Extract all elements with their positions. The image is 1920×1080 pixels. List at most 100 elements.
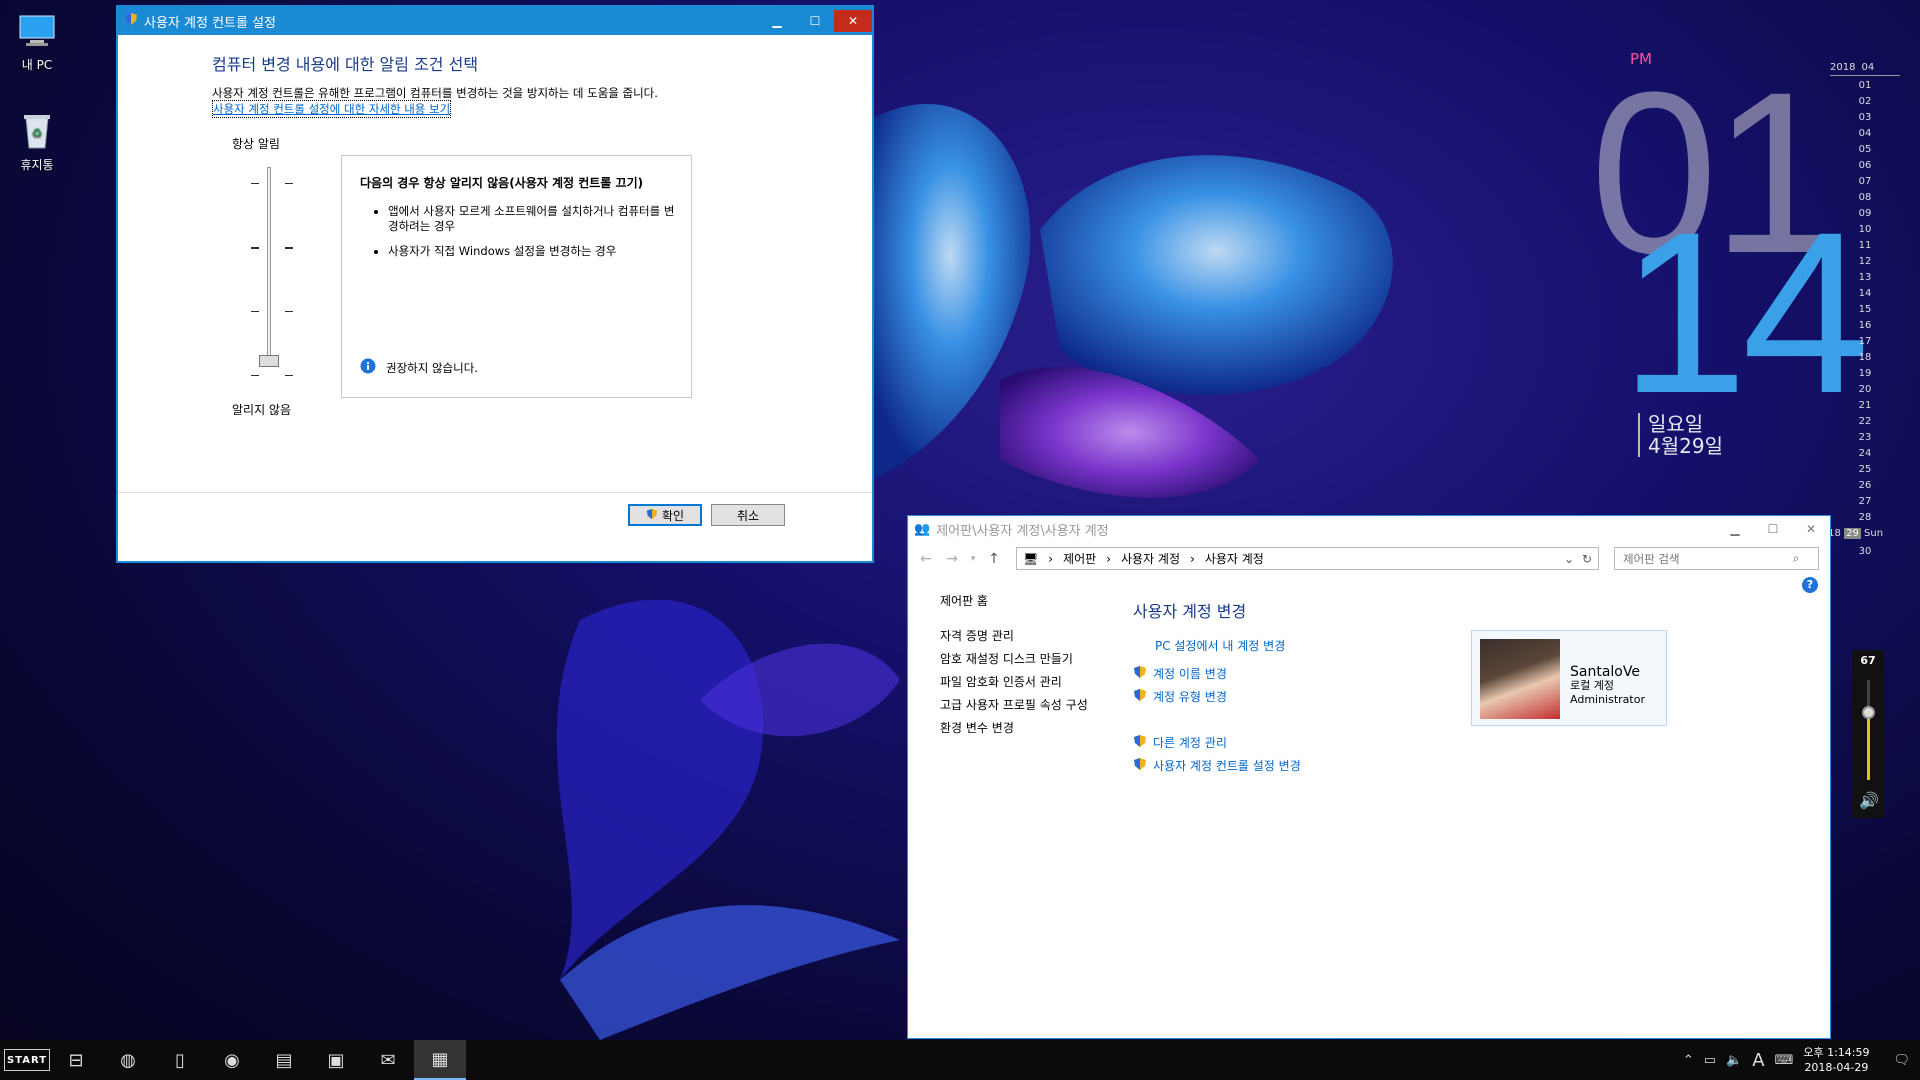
notify-level-slider[interactable] bbox=[245, 159, 305, 379]
mail-icon[interactable]: ✉ bbox=[362, 1040, 414, 1080]
file-explorer-icon[interactable]: ▤ bbox=[258, 1040, 310, 1080]
user-name: SantaloVe bbox=[1570, 664, 1640, 680]
task-view-icon[interactable]: ⊟ bbox=[50, 1040, 102, 1080]
volume-slider[interactable] bbox=[1862, 680, 1875, 780]
slider-thumb[interactable] bbox=[259, 355, 279, 367]
sidebar-item-env-vars[interactable]: 환경 변수 변경 bbox=[940, 719, 1088, 735]
up-arrow-icon[interactable]: ↑ bbox=[984, 551, 1004, 567]
minimize-button[interactable]: ▁ bbox=[1716, 518, 1754, 540]
sidebar: 제어판 홈 자격 증명 관리 암호 재설정 디스크 만들기 파일 암호화 인증서… bbox=[940, 592, 1088, 742]
link-pc-settings[interactable]: PC 설정에서 내 계정 변경 bbox=[1133, 636, 1301, 654]
calendar-day: 06 bbox=[1858, 160, 1872, 171]
description-text: 사용자 계정 컨트롤은 유해한 프로그램이 컴퓨터를 변경하는 것을 방지하는 … bbox=[212, 86, 658, 100]
forward-arrow-icon[interactable]: → bbox=[942, 551, 962, 567]
calendar-day: 14 bbox=[1858, 288, 1872, 299]
svg-text:♻: ♻ bbox=[32, 126, 43, 140]
ok-button[interactable]: 확인 bbox=[628, 504, 702, 526]
calendar-day: 25 bbox=[1858, 464, 1872, 475]
link-change-account-type[interactable]: 계정 유형 변경 bbox=[1133, 687, 1301, 705]
calendar-day: 17 bbox=[1858, 336, 1872, 347]
minimize-button[interactable]: ▁ bbox=[758, 10, 796, 32]
speaker-icon[interactable]: 🔊 bbox=[1859, 791, 1879, 810]
uac-settings-window: 사용자 계정 컨트롤 설정 ▁ ☐ ✕ 컴퓨터 변경 내용에 대한 알림 조건 … bbox=[116, 5, 874, 563]
breadcrumb-item[interactable]: 사용자 계정 bbox=[1121, 550, 1180, 567]
chevron-down-icon[interactable]: ⌄ bbox=[1564, 552, 1574, 566]
desktop-icon-recycle-bin[interactable]: ♻ 휴지통 bbox=[0, 110, 77, 173]
link-rename-account[interactable]: 계정 이름 변경 bbox=[1133, 664, 1301, 682]
panel-title: 다음의 경우 항상 알리지 않음(사용자 계정 컨트롤 끄기) bbox=[360, 176, 644, 190]
calendar-month: 04 bbox=[1861, 62, 1875, 73]
calendar-day: 23 bbox=[1858, 432, 1872, 443]
user-info: SantaloVe 로컬 계정 Administrator bbox=[1570, 639, 1645, 717]
close-button[interactable]: ✕ bbox=[834, 10, 872, 32]
search-input[interactable] bbox=[1623, 551, 1793, 566]
warning-row: 권장하지 않습니다. bbox=[360, 358, 478, 377]
clock-widget: PM 01 14 일요일 4월29일 bbox=[1590, 48, 1870, 508]
main-title: 사용자 계정 변경 bbox=[1133, 602, 1247, 621]
refresh-icon[interactable]: ↻ bbox=[1582, 552, 1592, 566]
tray-time: 오후 1:14:59 bbox=[1803, 1046, 1870, 1059]
cancel-label: 취소 bbox=[736, 508, 760, 523]
control-panel-icon: 🖥 bbox=[1023, 551, 1039, 566]
help-icon[interactable]: ? bbox=[1802, 577, 1818, 593]
back-arrow-icon[interactable]: ← bbox=[916, 551, 936, 567]
maximize-button[interactable]: ☐ bbox=[796, 10, 834, 32]
title-bar[interactable]: 사용자 계정 컨트롤 설정 ▁ ☐ ✕ bbox=[118, 7, 872, 35]
breadcrumb-item[interactable]: 사용자 계정 bbox=[1205, 550, 1264, 567]
volume-widget[interactable]: 67 🔊 bbox=[1852, 650, 1884, 818]
window-title: 사용자 계정 컨트롤 설정 bbox=[144, 15, 276, 31]
calendar-day: 18 bbox=[1858, 352, 1872, 363]
link-manage-other-account[interactable]: 다른 계정 관리 bbox=[1133, 733, 1301, 751]
maximize-icon: ☐ bbox=[1767, 522, 1779, 536]
chevron-up-icon[interactable]: ⌃ bbox=[1683, 1053, 1694, 1068]
phone-icon[interactable]: ▯ bbox=[154, 1040, 206, 1080]
start-button[interactable]: START bbox=[4, 1049, 50, 1071]
maximize-icon: ☐ bbox=[809, 14, 821, 28]
tray-clock[interactable]: 오후 1:14:59 2018-04-29 bbox=[1803, 1045, 1869, 1075]
calendar-day: 15 bbox=[1858, 304, 1872, 315]
learn-more-link[interactable]: 사용자 계정 컨트롤 설정에 대한 자세한 내용 보기 bbox=[212, 100, 452, 118]
browser-icon[interactable]: ◍ bbox=[102, 1040, 154, 1080]
user-role: Administrator bbox=[1570, 693, 1645, 706]
notification-icon[interactable]: 🗨 bbox=[1893, 1053, 1910, 1068]
calendar-widget: 2018 04 01 02 03 04 05 06 07 08 09 10 11 12 13 14 15 16… bbox=[1820, 62, 1900, 557]
keyboard-icon[interactable]: ⌨ bbox=[1775, 1053, 1794, 1068]
store-icon[interactable]: ▣ bbox=[310, 1040, 362, 1080]
divider bbox=[118, 492, 872, 493]
calendar-last-day: 30 bbox=[1858, 546, 1872, 557]
chevron-down-icon[interactable]: ▾ bbox=[968, 554, 978, 564]
address-box[interactable]: 🖥 › 제어판 › 사용자 계정 › 사용자 계정 ⌄ ↻ bbox=[1016, 547, 1599, 570]
slider-tick bbox=[251, 247, 259, 249]
sidebar-item-profile-properties[interactable]: 고급 사용자 프로필 속성 구성 bbox=[940, 696, 1088, 712]
sidebar-item-credentials[interactable]: 자격 증명 관리 bbox=[940, 627, 1088, 643]
ime-indicator[interactable]: A bbox=[1752, 1050, 1764, 1071]
search-icon[interactable]: ⌕ bbox=[1793, 551, 1799, 566]
close-icon: ✕ bbox=[847, 14, 859, 28]
user-type: 로컬 계정 bbox=[1570, 679, 1614, 692]
tray-date: 2018-04-29 bbox=[1804, 1061, 1869, 1074]
globe-icon[interactable]: ◉ bbox=[206, 1040, 258, 1080]
sidebar-item-encryption-cert[interactable]: 파일 암호화 인증서 관리 bbox=[940, 673, 1088, 689]
link-uac-settings[interactable]: 사용자 계정 컨트롤 설정 변경 bbox=[1133, 756, 1301, 774]
network-icon[interactable]: ▭ bbox=[1704, 1053, 1716, 1068]
slider-tick bbox=[285, 311, 293, 312]
cancel-button[interactable]: 취소 bbox=[711, 504, 785, 526]
bullet-list: 앱에서 사용자 모르게 소프트웨어를 설치하거나 컴퓨터를 변경하려는 경우 사… bbox=[370, 204, 680, 269]
control-panel-taskbar-icon[interactable]: ▦ bbox=[414, 1040, 466, 1080]
volume-knob[interactable] bbox=[1862, 706, 1875, 719]
clock-minute: 14 bbox=[1620, 184, 1870, 441]
calendar-day: 05 bbox=[1858, 144, 1872, 155]
breadcrumb-item[interactable]: 제어판 bbox=[1063, 550, 1096, 567]
sidebar-item-reset-disk[interactable]: 암호 재설정 디스크 만들기 bbox=[940, 650, 1088, 666]
sidebar-item-home[interactable]: 제어판 홈 bbox=[940, 592, 1088, 608]
slider-tick bbox=[251, 375, 259, 376]
avatar bbox=[1480, 639, 1560, 719]
desktop-icon-this-pc[interactable]: 내 PC bbox=[0, 10, 77, 73]
maximize-button[interactable]: ☐ bbox=[1754, 518, 1792, 540]
close-button[interactable]: ✕ bbox=[1792, 518, 1830, 540]
calendar-day: 13 bbox=[1858, 272, 1872, 283]
search-box[interactable]: ⌕ bbox=[1614, 547, 1819, 570]
volume-icon[interactable]: 🔈 bbox=[1726, 1053, 1742, 1068]
title-bar[interactable]: 👥 제어판\사용자 계정\사용자 계정 ▁ ☐ ✕ bbox=[908, 516, 1830, 542]
calendar-today: 29 bbox=[1844, 528, 1861, 539]
